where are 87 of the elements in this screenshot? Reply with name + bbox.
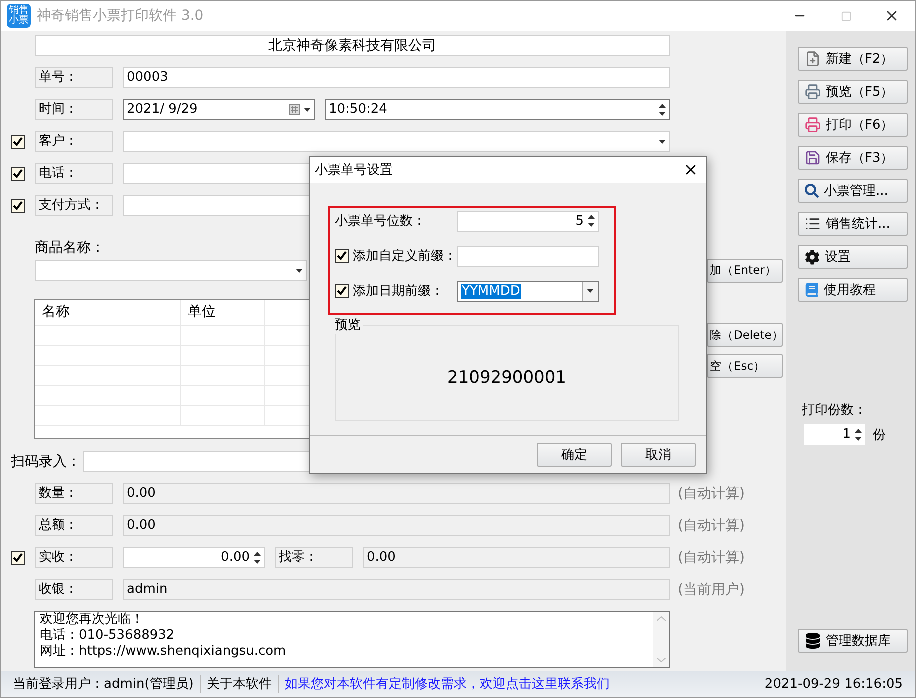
- caret-icon: [659, 140, 666, 144]
- list-icon: [805, 216, 821, 232]
- settings-icon: [805, 250, 820, 264]
- toolbar-button[interactable]: 保存（F3）: [798, 146, 908, 170]
- readonly-field: 0.00: [123, 483, 670, 504]
- readonly-field: admin: [123, 579, 670, 600]
- search-icon: [805, 184, 819, 198]
- hint-text: (自动计算): [678, 548, 746, 566]
- spin-arrows-icon[interactable]: [254, 552, 261, 564]
- copies-spinner[interactable]: 1: [804, 424, 865, 445]
- spin-arrows-icon[interactable]: [588, 215, 595, 227]
- toolbar-button[interactable]: 预览（F5）: [798, 80, 908, 104]
- toolbar-button[interactable]: 新建（F2）: [798, 47, 908, 71]
- contact-link[interactable]: 如果您对本软件有定制修改需求，欢迎点击这里联系我们: [278, 675, 616, 693]
- cancel-button[interactable]: 取消: [621, 442, 696, 466]
- column-header: 名称: [35, 300, 181, 326]
- hint-text: (当前用户): [678, 580, 746, 598]
- hint-text: (自动计算): [678, 516, 746, 534]
- readonly-field: 0.00: [363, 547, 670, 568]
- dialog-title: 小票单号设置: [315, 162, 393, 179]
- field-label: 时间：: [35, 99, 113, 120]
- maximize-icon: [840, 10, 852, 22]
- checkbox[interactable]: [11, 198, 25, 212]
- field-label: 总额：: [35, 515, 113, 536]
- delete-button[interactable]: 除（Delete）: [707, 323, 783, 347]
- toolbar-button[interactable]: 销售统计...: [798, 212, 908, 236]
- checkbox[interactable]: [335, 249, 349, 263]
- checkbox[interactable]: [11, 550, 25, 564]
- input-field[interactable]: 00003: [123, 67, 670, 88]
- readonly-field: 0.00: [123, 515, 670, 536]
- field-label: 扫码录入：: [11, 452, 82, 470]
- window-title: 神奇销售小票打印软件 3.0: [37, 7, 204, 25]
- calendar-icon: [289, 104, 300, 115]
- manage-database-button[interactable]: 管理数据库: [798, 629, 908, 653]
- printer-icon: [805, 84, 821, 100]
- field-label: 收银：: [35, 579, 113, 600]
- field-label: 客户：: [35, 131, 113, 152]
- field-label: 电话：: [35, 163, 113, 184]
- spin-arrows-icon[interactable]: [855, 428, 862, 440]
- preview-number: 21092900001: [448, 368, 566, 388]
- clear-button[interactable]: 空（Esc）: [707, 354, 783, 378]
- toolbar-button[interactable]: 打印（F6）: [798, 113, 908, 137]
- toolbar-button[interactable]: 设置: [798, 245, 908, 269]
- group-title: 预览: [335, 316, 363, 334]
- checkbox[interactable]: [11, 166, 25, 180]
- field-label: 单号：: [35, 67, 113, 88]
- field-label: 数量：: [35, 483, 113, 504]
- ok-button[interactable]: 确定: [537, 442, 612, 466]
- field-label: 商品名称：: [35, 239, 105, 257]
- text-line: 欢迎您再次光临！: [40, 612, 145, 628]
- date-picker[interactable]: 2021/ 9/29: [123, 99, 315, 120]
- book-icon: [805, 283, 819, 297]
- checkbox[interactable]: [11, 134, 25, 148]
- field-label: 添加自定义前缀：: [353, 248, 457, 265]
- status-datetime: 2021-09-29 16:16:05: [764, 676, 904, 692]
- caret-icon: [587, 289, 594, 293]
- field-label: 添加日期前缀：: [353, 283, 444, 300]
- copies-label: 打印份数：: [802, 402, 868, 419]
- time-picker[interactable]: 10:50:24: [325, 99, 670, 120]
- unit-label: 份: [873, 426, 886, 444]
- text-line: 电话：010-53688932: [40, 628, 176, 644]
- spin-arrows-icon[interactable]: [659, 104, 666, 116]
- number-spinner[interactable]: 5: [457, 210, 599, 232]
- company-field[interactable]: 北京神奇像素科技有限公司: [35, 35, 670, 56]
- text-line: 网址：https://www.shenqixiangsu.com: [40, 644, 288, 660]
- input-field[interactable]: [457, 246, 599, 266]
- hint-text: (自动计算): [678, 484, 746, 502]
- new-file-icon: [805, 51, 821, 67]
- caret-icon: [304, 108, 311, 112]
- field-label: 支付方式：: [35, 195, 113, 216]
- caret-icon: [296, 268, 303, 272]
- printer-icon: [805, 117, 821, 133]
- status-text: 当前登录用户：admin(管理员): [7, 675, 201, 693]
- text-area[interactable]: 欢迎您再次光临！ 电话：010-53688932 网址：https://www.shenqixiangsu.com: [34, 611, 670, 668]
- database-icon: [805, 633, 821, 649]
- about-link[interactable]: 关于本软件: [200, 675, 279, 693]
- checkbox[interactable]: [335, 284, 349, 298]
- toolbar-button[interactable]: 小票管理...: [798, 179, 908, 203]
- field-label: 小票单号位数：: [335, 213, 426, 230]
- toolbar-button[interactable]: 使用教程: [798, 278, 908, 302]
- field-label: 实收：: [35, 547, 113, 568]
- field-label: 找零：: [275, 547, 353, 568]
- add-button[interactable]: 加（Enter）: [707, 258, 783, 282]
- app-logo: 销售小票: [7, 4, 31, 28]
- combo-box[interactable]: YYMMDD: [457, 280, 599, 302]
- number-spinner[interactable]: 0.00: [123, 547, 265, 568]
- column-header: 单位: [181, 300, 265, 326]
